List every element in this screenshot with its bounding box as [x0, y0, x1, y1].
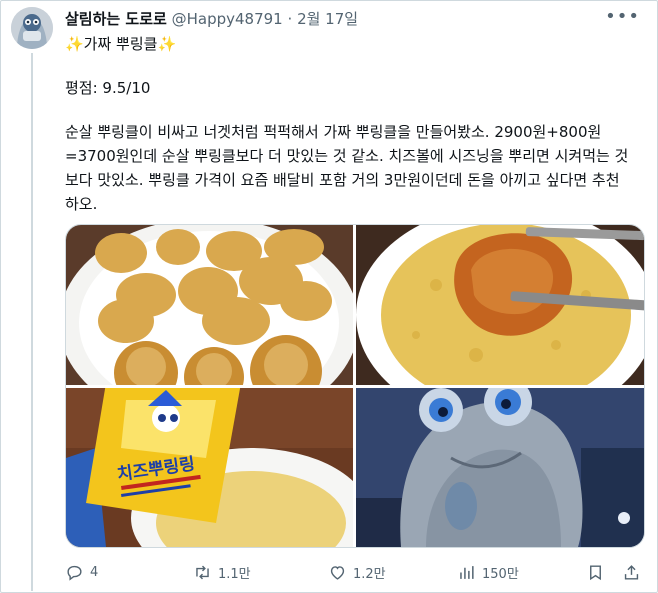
anime-character-image	[356, 388, 644, 547]
reply-count: 4	[90, 565, 99, 580]
view-count: 150만	[482, 567, 519, 582]
retweet-count: 1.1만	[218, 567, 251, 582]
share-button[interactable]	[622, 563, 641, 582]
tweet-header: 살림하는 도로로 @Happy48791 · 2월 17일	[65, 8, 358, 29]
avatar[interactable]	[11, 7, 53, 49]
chicken-seasoning-image	[356, 225, 644, 385]
avatar-character-icon	[11, 7, 53, 49]
views-button[interactable]: 150만	[457, 563, 519, 582]
user-handle[interactable]: @Happy48791	[172, 10, 283, 28]
like-count: 1.2만	[353, 567, 386, 582]
photo-chicken-seasoning[interactable]	[356, 225, 644, 385]
action-bar: 4 1.1만 1.2만 150만	[65, 563, 645, 585]
tweet-body: 순살 뿌링클이 비싸고 너겟처럼 퍽퍽해서 가짜 뿌링클을 만들어봤소. 290…	[65, 123, 629, 213]
bookmark-button[interactable]	[586, 563, 605, 582]
display-name[interactable]: 살림하는 도로로	[65, 10, 167, 28]
chicken-plate-image	[66, 225, 353, 385]
meta-separator: ·	[287, 10, 293, 28]
thread-line	[31, 53, 33, 591]
photo-chicken-plate[interactable]	[66, 225, 353, 385]
share-icon	[624, 565, 639, 580]
photo-seasoning-packet[interactable]: 치즈뿌링링	[66, 388, 353, 547]
seasoning-packet-image: 치즈뿌링링	[66, 388, 353, 547]
like-button[interactable]: 1.2만	[328, 563, 386, 582]
photo-anime-character[interactable]	[356, 388, 644, 547]
reply-icon	[67, 565, 82, 581]
media-grid: 치즈뿌링링	[65, 224, 645, 548]
tweet-rating: 평점: 9.5/10	[65, 79, 151, 97]
tweet-title: ✨가짜 뿌링클✨	[65, 35, 177, 53]
reply-button[interactable]: 4	[65, 563, 98, 582]
analytics-icon	[460, 566, 474, 579]
heart-icon	[330, 566, 345, 580]
post-date[interactable]: 2월 17일	[297, 10, 358, 28]
bookmark-icon	[590, 565, 601, 581]
retweet-button[interactable]: 1.1만	[193, 563, 251, 582]
retweet-icon	[196, 565, 209, 580]
more-horizontal-icon[interactable]: •••	[605, 6, 640, 27]
